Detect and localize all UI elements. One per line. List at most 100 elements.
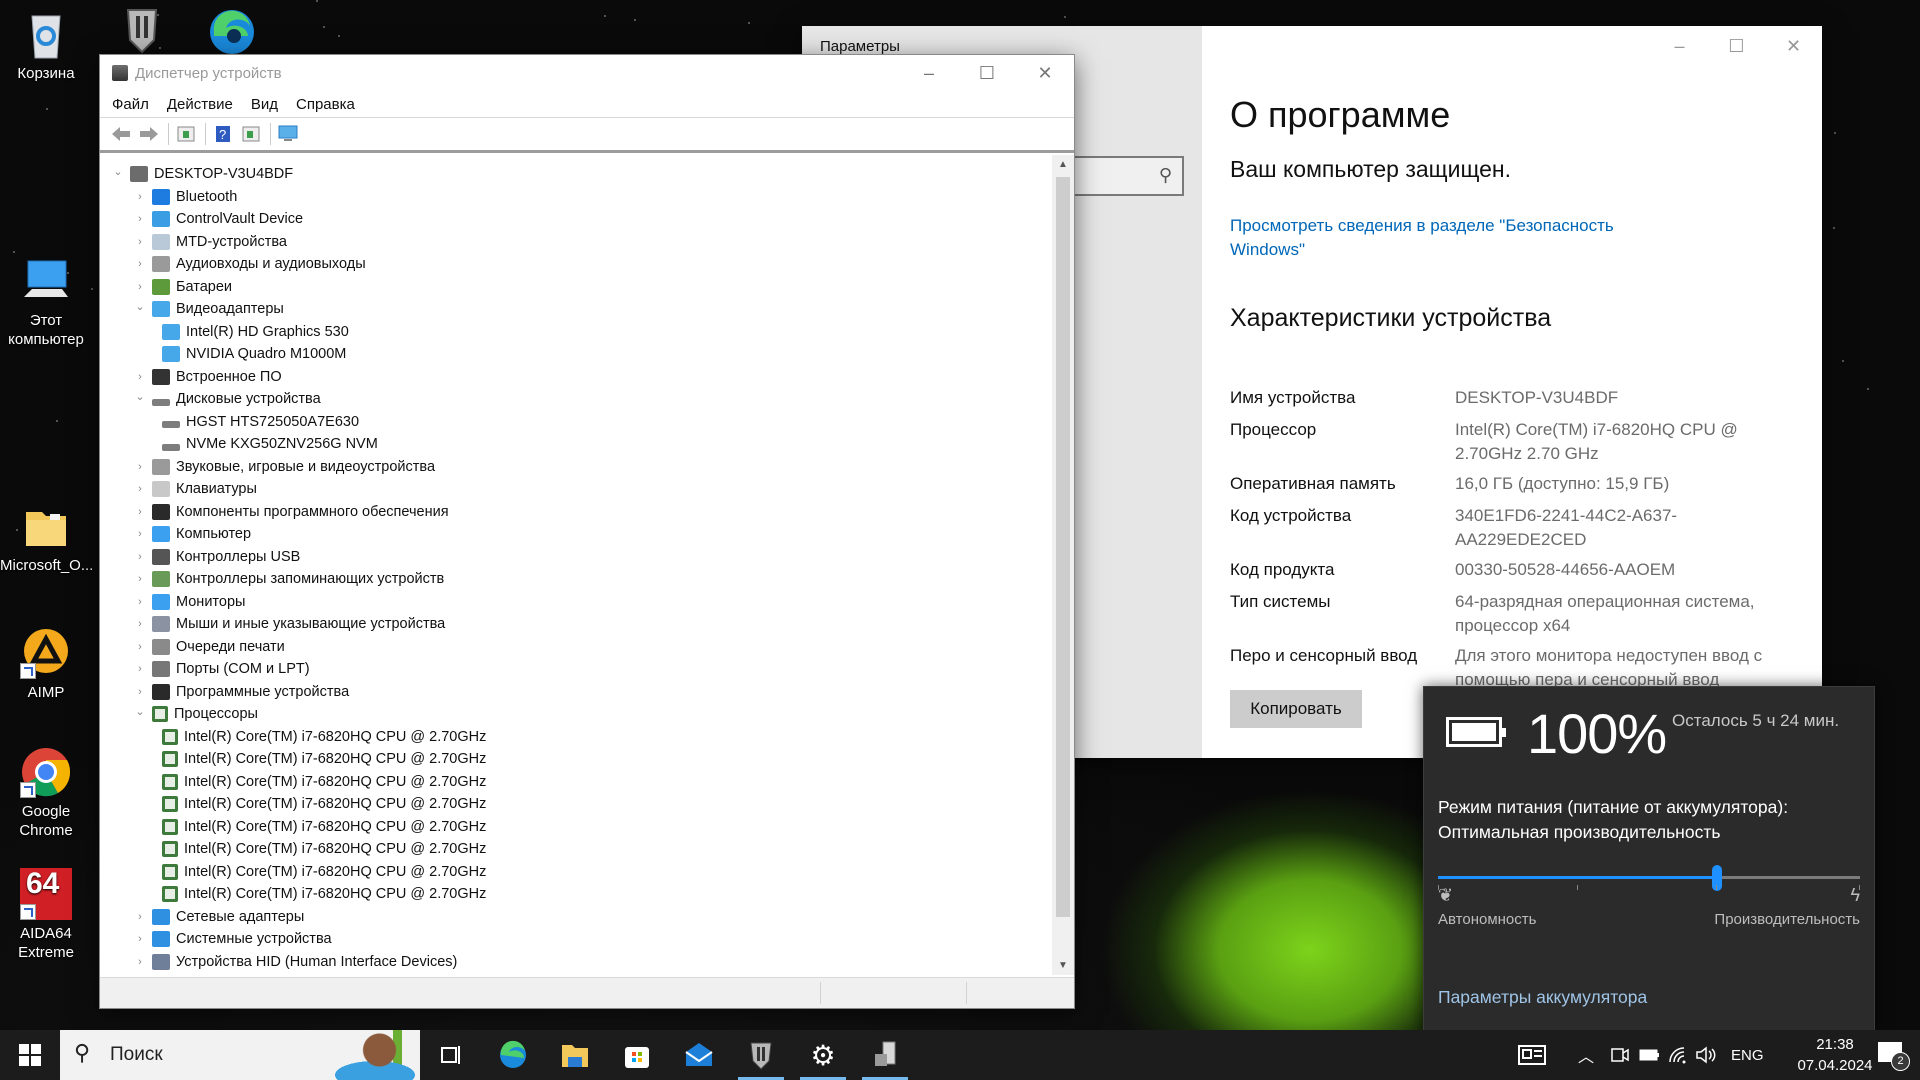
chevron-right-icon[interactable]: › xyxy=(132,641,148,653)
tree-category[interactable]: ⌄ Видеоадаптеры xyxy=(100,298,1050,321)
tree-category[interactable]: › Bluetooth xyxy=(100,186,1050,209)
chevron-right-icon[interactable]: › xyxy=(132,596,148,608)
tree-device[interactable]: Intel(R) Core(TM) i7-6820HQ CPU @ 2.70GH… xyxy=(100,838,1050,861)
menu-file[interactable]: Файл xyxy=(112,96,149,113)
chevron-right-icon[interactable]: › xyxy=(132,663,148,675)
tree-category[interactable]: › Мыши и иные указывающие устройства xyxy=(100,613,1050,636)
title-bar[interactable]: Диспетчер устройств – ☐ ✕ xyxy=(100,55,1074,91)
chevron-down-icon[interactable]: ⌄ xyxy=(132,705,148,718)
taskbar-edge[interactable] xyxy=(484,1030,542,1080)
tree-device[interactable]: NVIDIA Quadro M1000M xyxy=(100,343,1050,366)
tree-category[interactable]: › Мониторы xyxy=(100,591,1050,614)
chevron-right-icon[interactable]: › xyxy=(132,191,148,203)
tree-category[interactable]: › Компоненты программного обеспечения xyxy=(100,501,1050,524)
copy-button[interactable]: Копировать xyxy=(1230,690,1362,728)
battery-tray-icon[interactable] xyxy=(1639,1030,1661,1080)
tree-root[interactable]: ⌄ DESKTOP-V3U4BDF xyxy=(100,163,1050,186)
tree-device[interactable]: Intel(R) Core(TM) i7-6820HQ CPU @ 2.70GH… xyxy=(100,748,1050,771)
tree-category[interactable]: › Очереди печати xyxy=(100,636,1050,659)
back-icon[interactable] xyxy=(110,124,132,144)
action-center-button[interactable]: 2 xyxy=(1878,1042,1910,1071)
forward-icon[interactable] xyxy=(138,124,160,144)
tree-category[interactable]: › MTD-устройства xyxy=(100,231,1050,254)
tree-category[interactable]: › Системные устройства xyxy=(100,928,1050,951)
monitor-scan-icon[interactable] xyxy=(277,124,299,144)
power-mode-slider[interactable] xyxy=(1438,865,1860,891)
menu-help[interactable]: Справка xyxy=(296,96,355,113)
chevron-down-icon[interactable]: ⌄ xyxy=(110,165,126,178)
tree-scrollbar[interactable]: ▲ ▼ xyxy=(1052,155,1074,975)
tree-category[interactable]: › Компьютер xyxy=(100,523,1050,546)
minimize-button[interactable]: – xyxy=(900,55,958,91)
chevron-right-icon[interactable]: › xyxy=(132,483,148,495)
language-indicator[interactable]: ENG xyxy=(1731,1030,1764,1080)
desktop-icon-aimp[interactable]: AIMP xyxy=(0,627,92,702)
chevron-right-icon[interactable]: › xyxy=(132,213,148,225)
tree-category[interactable]: › Устройства HID (Human Interface Devices… xyxy=(100,951,1050,974)
chevron-down-icon[interactable]: ⌄ xyxy=(132,300,148,313)
menu-action[interactable]: Действие xyxy=(167,96,233,113)
taskbar-clock[interactable]: 21:38 07.04.2024 xyxy=(1790,1034,1880,1076)
world-of-tanks-desktop-icon[interactable] xyxy=(120,6,164,54)
tree-category[interactable]: › Батареи xyxy=(100,276,1050,299)
scroll-up-icon[interactable]: ▲ xyxy=(1052,159,1074,170)
tree-category[interactable]: › Клавиатуры xyxy=(100,478,1050,501)
chevron-right-icon[interactable]: › xyxy=(132,506,148,518)
tree-device[interactable]: Intel(R) Core(TM) i7-6820HQ CPU @ 2.70GH… xyxy=(100,726,1050,749)
tree-category[interactable]: › Встроенное ПО xyxy=(100,366,1050,389)
start-button[interactable] xyxy=(0,1030,60,1080)
scroll-down-icon[interactable]: ▼ xyxy=(1052,960,1074,971)
wifi-tray-icon[interactable] xyxy=(1668,1030,1688,1080)
windows-security-link[interactable]: Просмотреть сведения в разделе "Безопасн… xyxy=(1230,214,1650,262)
camera-tray-icon[interactable] xyxy=(1610,1030,1630,1080)
tree-category[interactable]: › Контроллеры запоминающих устройств xyxy=(100,568,1050,591)
desktop-icon-this-pc[interactable]: Этот компьютер xyxy=(0,255,92,349)
tree-category[interactable]: › ControlVault Device xyxy=(100,208,1050,231)
desktop-icon-recycle-bin[interactable]: Корзина xyxy=(0,8,92,83)
close-button[interactable]: ✕ xyxy=(1765,26,1822,66)
tree-device[interactable]: Intel(R) Core(TM) i7-6820HQ CPU @ 2.70GH… xyxy=(100,861,1050,884)
taskbar-world-of-tanks[interactable] xyxy=(732,1030,790,1080)
properties-pane-icon[interactable] xyxy=(175,124,197,144)
chevron-right-icon[interactable]: › xyxy=(132,281,148,293)
chevron-right-icon[interactable]: › xyxy=(132,528,148,540)
scrollbar-thumb[interactable] xyxy=(1056,177,1070,917)
tree-category[interactable]: ⌄ Процессоры xyxy=(100,703,1050,726)
tree-category[interactable]: › Программные устройства xyxy=(100,681,1050,704)
tree-device[interactable]: Intel(R) Core(TM) i7-6820HQ CPU @ 2.70GH… xyxy=(100,816,1050,839)
chevron-right-icon[interactable]: › xyxy=(132,461,148,473)
minimize-button[interactable]: – xyxy=(1651,26,1708,66)
taskbar-search-box[interactable]: ⚲ Поиск xyxy=(60,1030,420,1080)
chevron-right-icon[interactable]: › xyxy=(132,371,148,383)
chevron-right-icon[interactable]: › xyxy=(132,551,148,563)
tree-category[interactable]: › Сетевые адаптеры xyxy=(100,906,1050,929)
tree-category[interactable]: › Контроллеры USB xyxy=(100,546,1050,569)
chevron-right-icon[interactable]: › xyxy=(132,911,148,923)
news-widget-button[interactable] xyxy=(1518,1030,1548,1080)
edge-desktop-icon[interactable] xyxy=(206,6,258,54)
chevron-right-icon[interactable]: › xyxy=(132,573,148,585)
battery-settings-link[interactable]: Параметры аккумулятора xyxy=(1438,987,1647,1008)
taskbar-mail[interactable] xyxy=(670,1030,728,1080)
taskbar-file-explorer[interactable] xyxy=(546,1030,604,1080)
action-pane-icon[interactable] xyxy=(240,124,262,144)
maximize-button[interactable]: ☐ xyxy=(1708,26,1765,66)
help-icon[interactable]: ? xyxy=(212,124,234,144)
tree-category[interactable]: ⌄ Дисковые устройства xyxy=(100,388,1050,411)
close-button[interactable]: ✕ xyxy=(1016,55,1074,91)
show-hidden-icons-button[interactable]: ︿ xyxy=(1578,1030,1594,1080)
tree-category[interactable]: › Звуковые, игровые и видеоустройства xyxy=(100,456,1050,479)
chevron-down-icon[interactable]: ⌄ xyxy=(132,390,148,403)
desktop-icon-folder[interactable]: Microsoft_O... xyxy=(0,500,93,575)
task-view-button[interactable] xyxy=(422,1030,480,1080)
taskbar-settings[interactable]: ⚙ xyxy=(794,1030,852,1080)
desktop-icon-aida64[interactable]: 64 AIDA64 Extreme xyxy=(0,868,92,962)
tree-category[interactable]: › Аудиовходы и аудиовыходы xyxy=(100,253,1050,276)
chevron-right-icon[interactable]: › xyxy=(132,956,148,968)
tree-device[interactable]: NVMe KXG50ZNV256G NVM xyxy=(100,433,1050,456)
chevron-right-icon[interactable]: › xyxy=(132,933,148,945)
tree-device[interactable]: Intel(R) Core(TM) i7-6820HQ CPU @ 2.70GH… xyxy=(100,793,1050,816)
chevron-right-icon[interactable]: › xyxy=(132,618,148,630)
chevron-right-icon[interactable]: › xyxy=(132,686,148,698)
tree-category[interactable]: › Порты (COM и LPT) xyxy=(100,658,1050,681)
